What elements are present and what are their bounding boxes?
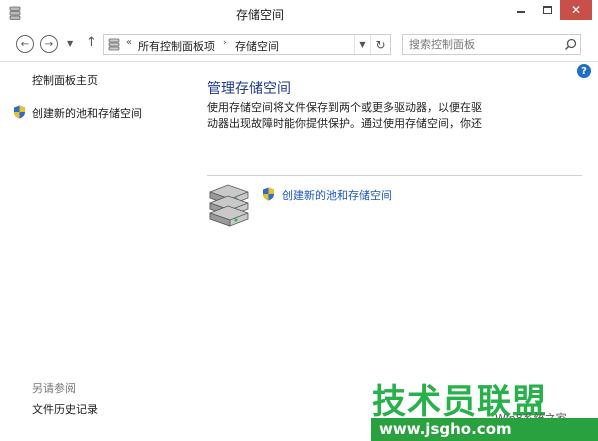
address-bar[interactable]: « 所有控制面板项 › 存储空间 ▼ ↻: [103, 34, 391, 55]
storage-icon: [108, 38, 120, 51]
search-icon: [564, 38, 577, 51]
see-also-heading: 另请参阅: [32, 382, 76, 395]
control-panel-home-link[interactable]: 控制面板主页: [32, 72, 98, 88]
refresh-icon: ↻: [375, 37, 386, 52]
minimize-icon: [517, 11, 525, 13]
window-title: 存储空间: [235, 8, 284, 22]
address-history-button[interactable]: ▼: [354, 35, 370, 54]
back-button[interactable]: ←: [16, 35, 34, 53]
minimize-button[interactable]: [508, 0, 534, 20]
file-history-link[interactable]: 文件历史记录: [32, 401, 98, 417]
chevron-down-icon: ▼: [67, 39, 74, 48]
close-icon: ✕: [570, 3, 582, 17]
breadcrumb-separator[interactable]: ›: [223, 38, 227, 48]
forward-button[interactable]: →: [40, 35, 58, 53]
page-title: 管理存储空间: [207, 81, 291, 97]
up-button[interactable]: ↑: [86, 35, 97, 50]
refresh-button[interactable]: ↻: [370, 35, 390, 54]
sidebar-create-pool-link[interactable]: 创建新的池和存储空间: [32, 105, 142, 121]
close-button[interactable]: ✕: [560, 0, 592, 20]
create-pool-link[interactable]: 创建新的池和存储空间: [282, 187, 392, 203]
search-input[interactable]: [409, 37, 559, 52]
maximize-button[interactable]: [534, 0, 560, 20]
maximize-icon: [542, 6, 552, 14]
title-bar: 存储空间 ✕: [0, 0, 598, 28]
storage-disks-icon: [209, 184, 249, 227]
search-box[interactable]: [402, 34, 581, 55]
breadcrumb-storage-spaces[interactable]: 存储空间: [235, 38, 279, 54]
page-description: 使用存储空间将文件保存到两个或更多驱动器，以便在驱动器出现故障时能你提供保护。通…: [207, 101, 482, 130]
breadcrumb-all-control-panel-items[interactable]: 所有控制面板项: [138, 38, 215, 54]
uac-shield-icon: [263, 187, 274, 201]
breadcrumb-overflow[interactable]: «: [126, 37, 132, 48]
help-icon[interactable]: ?: [577, 64, 591, 78]
recent-locations-button[interactable]: ▼: [67, 39, 73, 48]
navigation-bar: ← → ▼ ↑ « 所有控制面板项 › 存储空间 ▼ ↻: [0, 28, 598, 62]
arrow-right-icon: →: [44, 38, 54, 50]
chevron-down-icon: ▼: [359, 40, 366, 49]
arrow-up-icon: ↑: [86, 35, 97, 50]
uac-shield-icon: [14, 105, 25, 119]
arrow-left-icon: ←: [20, 38, 30, 50]
divider: [207, 175, 582, 176]
watermark-url: www.jsgho.com: [371, 418, 598, 441]
